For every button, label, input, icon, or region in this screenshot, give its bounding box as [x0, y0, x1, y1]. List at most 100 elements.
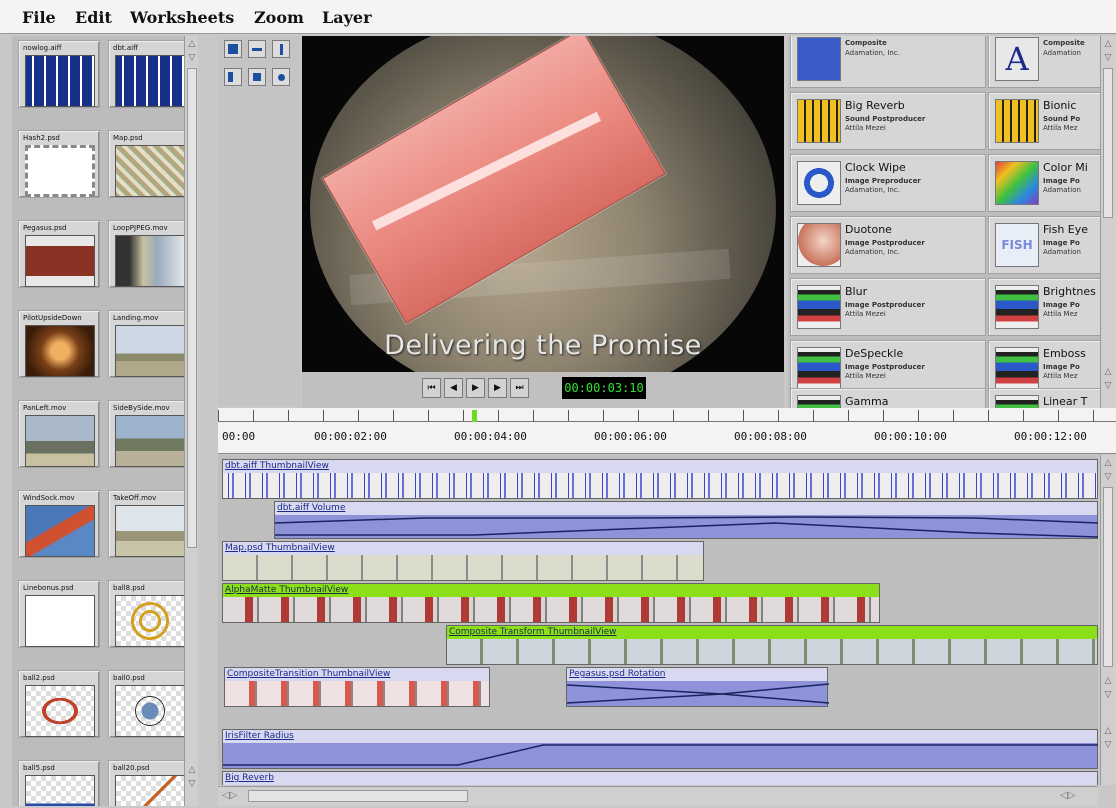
timeline-horizontal-scrollbar[interactable]: ◁▷ ◁▷ [218, 786, 1098, 806]
effect-item[interactable]: Blur Image Postproducer Attila Mezei [790, 278, 986, 336]
asset-tile[interactable]: Landing.mov [108, 310, 190, 378]
go-to-end-icon[interactable]: ⏭ [510, 378, 529, 398]
asset-scrollbar[interactable]: △ ▽ △ ▽ [184, 36, 198, 806]
video-thumbnail [115, 235, 185, 287]
image-thumbnail [115, 685, 185, 737]
playhead-marker[interactable] [472, 410, 477, 422]
time-ruler[interactable]: 00:00 00:00:02:00 00:00:04:00 00:00:06:0… [218, 408, 1116, 454]
menu-file[interactable]: File [22, 8, 56, 27]
effect-item[interactable]: A Composite Adamation [988, 36, 1116, 88]
timeline-clip[interactable]: CompositeTransition ThumbnailView [224, 667, 490, 707]
scroll-thumb[interactable] [1103, 487, 1113, 667]
scroll-thumb[interactable] [248, 790, 468, 802]
effect-item[interactable]: Gamma [790, 388, 986, 408]
timeline-clip[interactable]: IrisFilter Radius [222, 729, 1098, 769]
timeline-clip[interactable]: dbt.aiff ThumbnailView [222, 459, 1098, 499]
scroll-down-icon[interactable]: ▽ [1102, 471, 1114, 483]
scroll-down-icon[interactable]: ▽ [1102, 52, 1114, 64]
scroll-left-icon[interactable]: ◁▷ [222, 790, 237, 801]
timeline-clip[interactable]: Map.psd ThumbnailView [222, 541, 704, 581]
scroll-thumb[interactable] [1103, 68, 1113, 218]
step-forward-icon[interactable]: ▶ [488, 378, 507, 398]
asset-tile[interactable]: ball5.psd [18, 760, 100, 806]
scroll-up-icon[interactable]: △ [1102, 725, 1114, 737]
clip-label: Pegasus.psd Rotation [567, 668, 827, 681]
scroll-thumb[interactable] [187, 68, 197, 548]
select-tool-icon[interactable] [224, 40, 242, 58]
menu-edit[interactable]: Edit [75, 8, 112, 27]
effects-scrollbar[interactable]: △ ▽ △ ▽ [1100, 36, 1116, 408]
asset-tile[interactable]: TakeOff.mov [108, 490, 190, 558]
scroll-down-icon[interactable]: ▽ [186, 52, 198, 64]
timeline-clip[interactable]: Pegasus.psd Rotation [566, 667, 829, 707]
asset-name: ball20.psd [113, 764, 150, 772]
scroll-up-icon[interactable]: △ [186, 764, 198, 776]
asset-tile[interactable]: Map.psd [108, 130, 190, 198]
audio-waveform-thumbnail [115, 55, 185, 107]
effect-vendor: Attila Mezei [845, 310, 886, 318]
asset-tile[interactable]: ball8.psd [108, 580, 190, 648]
asset-tile[interactable]: dbt.aiff [108, 40, 190, 108]
timeline-scrollbar[interactable]: △ ▽ △ ▽ △ ▽ [1100, 455, 1116, 785]
preview-viewer: Delivering the Promise ⏮ ◀ ▶ ▶ ⏭ 00:00:0… [302, 36, 784, 408]
filter-stack-icon [995, 285, 1039, 329]
effect-name: Linear T [1043, 395, 1088, 408]
step-back-icon[interactable]: ◀ [444, 378, 463, 398]
effect-item[interactable]: Clock Wipe Image Preproducer Adamation, In… [790, 154, 986, 212]
effect-item[interactable]: Composite Adamation, Inc. [790, 36, 986, 88]
effect-item[interactable]: FISH Fish Eye Image Po Adamation [988, 216, 1116, 274]
menu-layer[interactable]: Layer [322, 8, 372, 27]
timeline-clip[interactable]: Composite Transform ThumbnailView [446, 625, 1098, 665]
effect-item[interactable]: Linear T [988, 388, 1116, 408]
asset-tile[interactable]: Linebonus.psd [18, 580, 100, 648]
filter-stack-icon [797, 347, 841, 391]
asset-tile[interactable]: nowlog.aiff [18, 40, 100, 108]
asset-tile[interactable]: ball2.psd [18, 670, 100, 738]
effect-item[interactable]: Brightnes Image Po Attila Mez [988, 278, 1116, 336]
menu-zoom[interactable]: Zoom [254, 8, 304, 27]
asset-name: ball0.psd [113, 674, 145, 682]
timeline-clip[interactable]: Big Reverb [222, 771, 1098, 785]
effect-item[interactable]: Big Reverb Sound Postproducer Attila Mezei [790, 92, 986, 150]
timeline-clip[interactable]: AlphaMatte ThumbnailView [222, 583, 880, 623]
scroll-up-icon[interactable]: △ [1102, 675, 1114, 687]
clip-label: dbt.aiff Volume [275, 502, 1097, 515]
clip-thumbnails [225, 681, 489, 706]
scroll-down-icon[interactable]: ▽ [1102, 380, 1114, 392]
ruler-label: 00:00:10:00 [874, 430, 947, 443]
info-tool-icon[interactable] [272, 40, 290, 58]
asset-tile[interactable]: ball0.psd [108, 670, 190, 738]
menu-worksheets[interactable]: Worksheets [130, 8, 234, 27]
go-to-start-icon[interactable]: ⏮ [422, 378, 441, 398]
scroll-up-icon[interactable]: △ [1102, 366, 1114, 378]
crop-tool-icon[interactable] [224, 68, 242, 86]
timeline-clip[interactable]: dbt.aiff Volume [274, 501, 1098, 539]
asset-tile[interactable]: PilotUpsideDown [18, 310, 100, 378]
scroll-up-icon[interactable]: △ [1102, 38, 1114, 50]
scale-tool-icon[interactable] [248, 68, 266, 86]
hand-tool-icon[interactable] [248, 40, 266, 58]
scroll-down-icon[interactable]: ▽ [1102, 739, 1114, 751]
scroll-down-icon[interactable]: ▽ [186, 778, 198, 790]
scroll-up-icon[interactable]: △ [1102, 457, 1114, 469]
zoom-tool-icon[interactable] [272, 68, 290, 86]
effect-vendor: Attila Mez [1043, 310, 1078, 318]
ruler-label: 00:00:04:00 [454, 430, 527, 443]
asset-tile[interactable]: Pegasus.psd [18, 220, 100, 288]
clock-wipe-icon [797, 161, 841, 205]
scroll-right-icon[interactable]: ◁▷ [1060, 790, 1075, 801]
asset-tile[interactable]: LoopPJPEG.mov [108, 220, 190, 288]
effect-item[interactable]: Duotone Image Postproducer Adamation, Inc. [790, 216, 986, 274]
scroll-up-icon[interactable]: △ [186, 38, 198, 50]
asset-tile[interactable]: SideBySide.mov [108, 400, 190, 468]
effect-vendor: Adamation [1043, 248, 1081, 256]
effect-item[interactable]: Bionic Sound Po Attila Mez [988, 92, 1116, 150]
clip-label: dbt.aiff ThumbnailView [223, 460, 1097, 473]
asset-tile[interactable]: PanLeft.mov [18, 400, 100, 468]
asset-tile[interactable]: ball20.psd [108, 760, 190, 806]
effect-item[interactable]: Color Mi Image Po Adamation [988, 154, 1116, 212]
asset-tile[interactable]: Hash2.psd [18, 130, 100, 198]
asset-tile[interactable]: WindSock.mov [18, 490, 100, 558]
scroll-down-icon[interactable]: ▽ [1102, 689, 1114, 701]
play-icon[interactable]: ▶ [466, 378, 485, 398]
